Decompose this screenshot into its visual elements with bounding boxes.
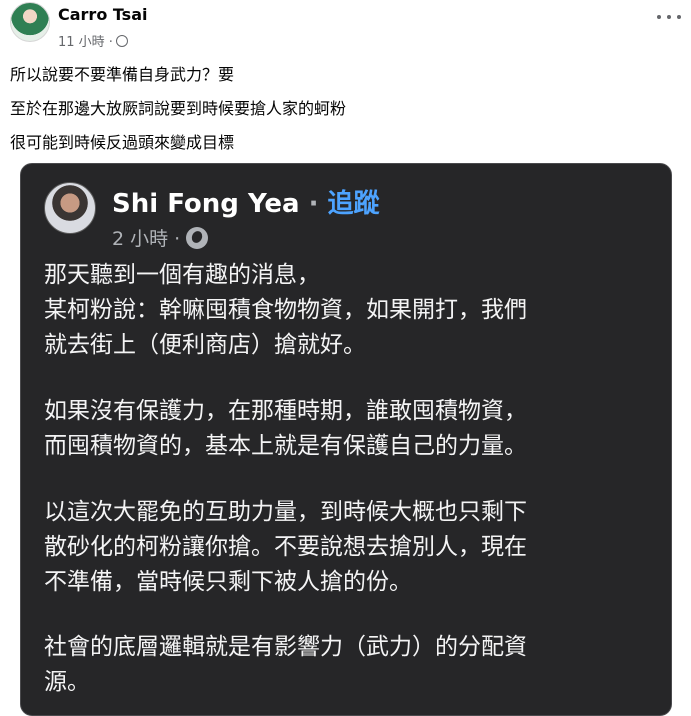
avatar[interactable] — [10, 2, 50, 42]
shared-paragraph: 社會的底層邏輯就是有影響力（武力）的分配資 源。 — [44, 634, 527, 695]
post-time[interactable]: 11 小時 · — [58, 31, 113, 50]
shared-paragraph: 以這次大罷免的互助力量，到時候大概也只剩下 散砂化的柯粉讓你搶。不要說想去搶別人… — [44, 499, 527, 595]
globe-icon — [115, 34, 128, 47]
shared-author-name[interactable]: Shi Fong Yea — [112, 189, 300, 219]
shared-post-meta: 2 小時 · — [112, 224, 209, 251]
post-header-area: Carro Tsai 11 小時 · 所以說要不要準備自身武力？要 至於在那邊大… — [0, 0, 691, 163]
separator-dot: · — [299, 189, 328, 219]
post-text-line: 至於在那邊大放厥詞說要到時候要搶人家的蚵粉 — [10, 99, 347, 118]
more-options-icon[interactable] — [657, 9, 681, 25]
post-meta: 11 小時 · — [58, 31, 128, 50]
shared-paragraph: 如果沒有保護力，在那種時期，誰敢囤積物資， 而囤積物資的，基本上就是有保護自己的… — [44, 398, 527, 459]
post-author-name[interactable]: Carro Tsai — [58, 5, 147, 24]
shared-paragraph: 那天聽到一個有趣的消息， 某柯粉說：幹嘛囤積食物物資，如果開打，我們 就去街上（… — [44, 262, 527, 358]
follow-button[interactable]: 追蹤 — [328, 189, 380, 219]
post-text-line: 很可能到時候反過頭來變成目標 — [10, 133, 235, 152]
post-text-line: 所以說要不要準備自身武力？要 — [10, 65, 235, 84]
globe-icon — [186, 226, 209, 249]
shared-author-row: Shi Fong Yea · 追蹤 — [112, 183, 380, 220]
shared-post-time[interactable]: 2 小時 · — [112, 224, 180, 251]
shared-author-avatar[interactable] — [44, 182, 96, 234]
